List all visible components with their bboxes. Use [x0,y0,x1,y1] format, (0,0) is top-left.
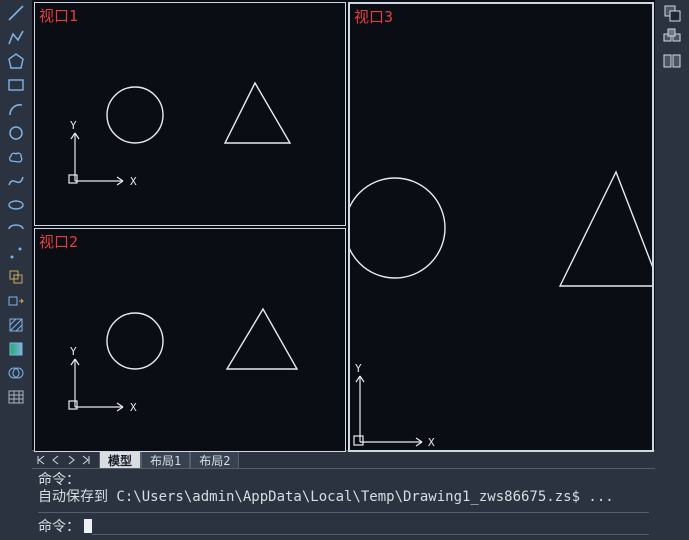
tile-icon[interactable] [660,50,684,72]
arc-icon[interactable] [4,98,28,120]
hatch-icon[interactable] [4,314,28,336]
table-icon[interactable] [4,386,28,408]
line-icon[interactable] [4,2,28,24]
spline-icon[interactable] [4,170,28,192]
ellipse-icon[interactable] [4,194,28,216]
polygon-icon[interactable] [4,50,28,72]
polyline-icon[interactable] [4,26,28,48]
viewport-3-canvas: X Y [350,4,652,450]
tab-first-button[interactable] [34,453,48,467]
stretch-icon[interactable] [4,290,28,312]
svg-text:Y: Y [355,362,362,375]
svg-text:Y: Y [70,345,77,358]
command-history: 命令： 自动保存到 C:\Users\admin\AppData\Local\T… [38,472,649,506]
drawing-area: — ◻ ✕ 视口1 X Y 视口2 [32,0,655,450]
ellipse-arc-icon[interactable] [4,218,28,240]
tab-layout1[interactable]: 布局1 [141,450,190,469]
block-icon[interactable] [4,266,28,288]
viewport-1-canvas: X Y [35,3,345,225]
command-cursor [84,519,92,533]
revcloud-icon[interactable] [4,146,28,168]
region-icon[interactable] [4,362,28,384]
tab-prev-button[interactable] [49,453,63,467]
group-icon[interactable] [660,26,684,48]
command-area: 命令： 自动保存到 C:\Users\admin\AppData\Local\T… [32,468,655,540]
viewport-3[interactable]: 视口3 X Y [348,2,654,452]
gradient-icon[interactable] [4,338,28,360]
rectangle-icon[interactable] [4,74,28,96]
point-icon[interactable] [4,242,28,264]
command-input[interactable] [92,518,649,535]
svg-text:X: X [130,175,137,188]
tab-last-button[interactable] [79,453,93,467]
command-prompt-label: 命令： [38,516,80,536]
toolbar-right [655,0,689,540]
tab-model[interactable]: 模型 [99,450,141,469]
command-input-row: 命令： [38,512,649,536]
svg-text:X: X [428,436,435,449]
tab-nav-buttons [34,453,93,467]
main-area: — ◻ ✕ 视口1 X Y 视口2 [32,0,655,540]
svg-text:Y: Y [70,119,77,132]
layout-tabbar: 模型 布局1 布局2 [32,450,655,468]
viewport-1[interactable]: 视口1 X Y [34,2,346,226]
tab-next-button[interactable] [64,453,78,467]
tab-layout2[interactable]: 布局2 [190,450,239,469]
overlap-icon[interactable] [660,2,684,24]
viewport-2-canvas: X Y [35,229,345,451]
toolbar-left [0,0,32,540]
viewport-2[interactable]: 视口2 X Y [34,228,346,452]
svg-text:X: X [130,401,137,414]
circle-icon[interactable] [4,122,28,144]
